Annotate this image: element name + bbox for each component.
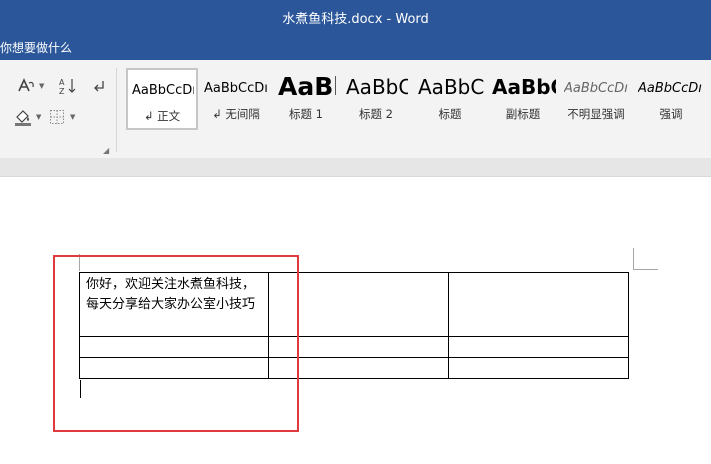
style-no-spacing[interactable]: AaBbCcDı ↲ 无间隔 bbox=[200, 68, 272, 130]
style-sample: AaBbCcDı bbox=[638, 82, 702, 95]
style-sample: AaBbC bbox=[346, 77, 408, 97]
style-sample: AaBbCcDı bbox=[132, 84, 194, 97]
style-sample: AaBbCcDı bbox=[204, 82, 268, 95]
style-heading-1[interactable]: AaBl 标题 1 bbox=[274, 68, 338, 130]
table-cell[interactable] bbox=[448, 357, 629, 379]
style-normal[interactable]: AaBbCcDı ↲ 正文 bbox=[126, 68, 198, 130]
sort-button[interactable]: A Z bbox=[59, 76, 77, 96]
paragraph-mark-icon bbox=[94, 81, 104, 92]
style-title[interactable]: AaBbC 标题 bbox=[414, 68, 486, 130]
tell-me-bar: 你想要做什么 bbox=[0, 33, 711, 60]
sort-icon: A Z bbox=[59, 78, 76, 95]
table-cell[interactable] bbox=[448, 272, 629, 337]
styles-gallery: AaBbCcDı ↲ 正文 AaBbCcDı ↲ 无间隔 AaBl 标题 1 A… bbox=[124, 68, 711, 132]
chevron-down-icon: ▼ bbox=[39, 82, 45, 90]
style-label: ↲ 正文 bbox=[143, 109, 181, 123]
font-color-button[interactable]: ▼ bbox=[17, 76, 44, 96]
table-cell[interactable] bbox=[448, 336, 629, 358]
title-bar: 水煮鱼科技.docx - Word bbox=[0, 0, 711, 33]
style-label: 不明显强调 bbox=[567, 107, 625, 121]
chevron-down-icon: ▼ bbox=[36, 113, 42, 121]
style-emphasis[interactable]: AaBbCcDı 强调 bbox=[634, 68, 708, 130]
show-marks-button[interactable] bbox=[92, 76, 106, 96]
style-subtle-emphasis[interactable]: AaBbCcDı 不明显强调 bbox=[560, 68, 632, 130]
ribbon: ▼ A Z ▼ ▼ ◢ AaBbCcDı ↲ 正文 AaBbCcDı ↲ 无间隔… bbox=[0, 60, 711, 215]
style-subtitle[interactable]: AaBbC 副标题 bbox=[488, 68, 558, 130]
ribbon-bottom-strip bbox=[0, 158, 711, 177]
margin-mark bbox=[633, 248, 634, 270]
style-label: 副标题 bbox=[505, 107, 541, 121]
borders-button[interactable]: ▼ bbox=[49, 107, 75, 127]
style-heading-2[interactable]: AaBbC 标题 2 bbox=[342, 68, 410, 130]
font-color-icon bbox=[18, 78, 34, 92]
style-label: ↲ 无间隔 bbox=[212, 107, 260, 121]
borders-icon bbox=[50, 110, 64, 124]
style-label: 强调 bbox=[659, 107, 683, 121]
group-divider bbox=[116, 68, 117, 152]
margin-mark bbox=[634, 269, 658, 270]
paragraph-dialog-launcher-icon[interactable]: ◢ bbox=[103, 146, 109, 155]
style-label: 标题 2 bbox=[359, 107, 393, 121]
style-sample: AaBbC bbox=[492, 77, 556, 97]
style-sample: AaBl bbox=[278, 74, 336, 99]
style-label: 标题 1 bbox=[289, 107, 323, 121]
svg-text:A: A bbox=[59, 78, 65, 87]
style-sample: AaBbCcDı bbox=[564, 82, 628, 95]
tell-me-input[interactable]: 你想要做什么 bbox=[0, 39, 72, 56]
highlight-box bbox=[53, 255, 299, 432]
chevron-down-icon: ▼ bbox=[70, 113, 76, 121]
window-title: 水煮鱼科技.docx - Word bbox=[282, 12, 429, 27]
style-label: 标题 bbox=[438, 107, 462, 121]
svg-text:Z: Z bbox=[59, 87, 65, 95]
shading-button[interactable]: ▼ bbox=[14, 107, 41, 127]
style-sample: AaBbC bbox=[418, 77, 484, 97]
shading-icon bbox=[15, 110, 31, 126]
